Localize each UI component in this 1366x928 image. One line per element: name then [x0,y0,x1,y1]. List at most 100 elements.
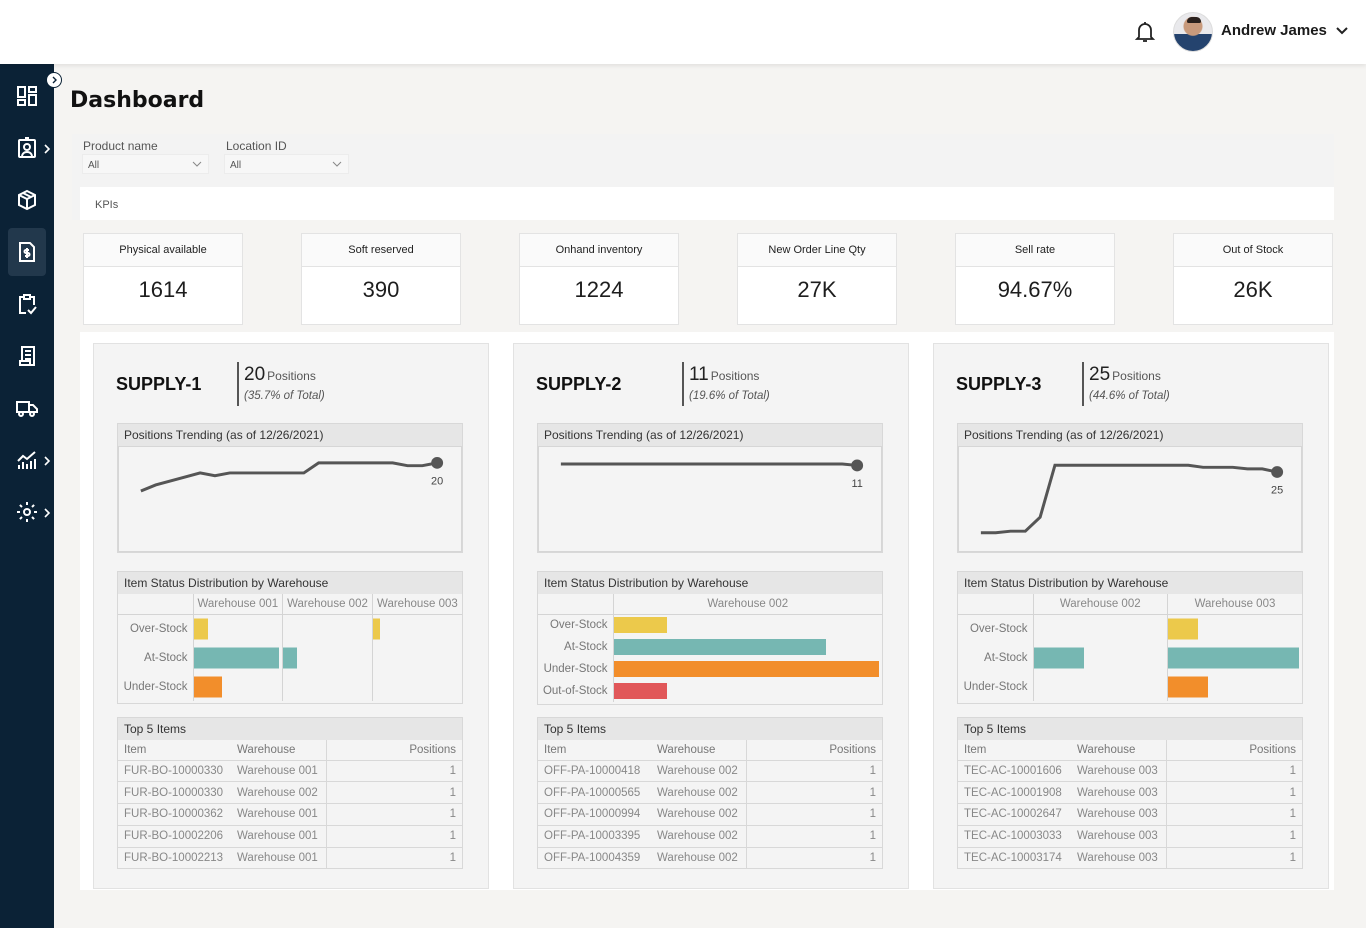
sidebar-item-users[interactable] [8,124,46,172]
column-header-warehouse[interactable]: Warehouse [231,740,326,761]
analytics-icon [17,451,36,469]
item-status-distribution-widget: Item Status Distribution by Warehouse Wa… [117,571,463,704]
column-header-warehouse[interactable]: Warehouse [651,740,746,761]
table-row[interactable]: OFF-PA-10000994 Warehouse 002 1 [538,803,882,826]
bar-over-stock-warehouse-001[interactable] [193,618,208,640]
kpi-section-header: KPIs [80,187,1334,220]
bar-out-of-stock-warehouse-002[interactable] [613,683,667,699]
user-name[interactable]: Andrew James [1221,22,1327,39]
column-header-positions[interactable]: Positions [325,740,462,761]
sidebar-collapse-toggle[interactable] [46,72,62,88]
table-row[interactable]: FUR-BO-10002213 Warehouse 001 1 [118,847,462,870]
sidebar-item-tasks[interactable] [8,280,46,328]
warehouse-name: Warehouse 001 [231,803,326,826]
warehouse-name: Warehouse 003 [1071,847,1166,870]
item-id: TEC-AC-10001908 [958,781,1071,805]
column-header-positions[interactable]: Positions [745,740,882,761]
status-label: Over-Stock [969,622,1028,635]
bar-over-stock-warehouse-003[interactable] [372,618,380,640]
table-row[interactable]: FUR-BO-10000330 Warehouse 001 1 [118,760,462,783]
sidebar-item-products[interactable] [8,176,46,224]
positions-value: 1 [745,803,882,826]
trend-chart-area[interactable]: 11 [538,446,882,552]
table-row[interactable]: FUR-BO-10000362 Warehouse 001 1 [118,803,462,826]
column-header-item[interactable]: Item [538,740,651,761]
status-label: Out-of-Stock [542,685,608,697]
bar-cell [192,614,283,643]
table-row[interactable]: TEC-AC-10003174 Warehouse 003 1 [958,847,1302,870]
bar-at-stock-warehouse-003[interactable] [1168,647,1299,668]
positions-label: Positions [1112,369,1161,383]
kpi-card-onhand-inventory: Onhand inventory 1224 [519,233,679,325]
bar-cell [1032,614,1168,643]
user-avatar[interactable] [1173,12,1213,52]
bar-over-stock-warehouse-003[interactable] [1168,618,1199,640]
kpi-card-sell-rate: Sell rate 94.67% [955,233,1115,325]
table-row[interactable]: TEC-AC-10002647 Warehouse 003 1 [958,803,1302,826]
column-header-warehouse[interactable]: Warehouse [1071,740,1166,761]
bar-cell [371,614,462,643]
sidebar-item-receipts[interactable] [8,332,46,380]
chevron-right-icon[interactable] [43,456,51,466]
bar-at-stock-warehouse-002[interactable] [283,647,298,668]
trend-line-chart: 25 [980,463,1284,535]
trend-end-label: 20 [431,476,443,488]
sidebar-item-invoices[interactable] [8,228,46,276]
chevron-right-icon[interactable] [43,144,51,154]
bar-at-stock-warehouse-002[interactable] [613,639,826,655]
column-header-item[interactable]: Item [958,740,1071,761]
table-row[interactable]: OFF-PA-10003395 Warehouse 002 1 [538,825,882,848]
bar-cell [1167,643,1302,672]
positions-value: 11 [689,364,709,385]
table-row[interactable]: TEC-AC-10003033 Warehouse 003 1 [958,825,1302,848]
location-id-filter[interactable]: All [224,154,349,174]
supply-panels: SUPPLY-1 20 Positions (35.7% of Total) Posi… [80,332,1334,890]
positions-trending-widget: Positions Trending (as of 12/26/2021) 20 [117,423,463,553]
warehouse-name: Warehouse 002 [651,760,746,783]
table-row[interactable]: OFF-PA-10004359 Warehouse 002 1 [538,847,882,870]
positions-count: 11 Positions [689,364,759,386]
bar-at-stock-warehouse-002[interactable] [1033,647,1084,668]
sidebar-item-settings[interactable] [8,488,46,536]
kpi-label: Out of Stock [1174,234,1332,267]
table-row[interactable]: TEC-AC-10001606 Warehouse 003 1 [958,760,1302,783]
bar-at-stock-warehouse-001[interactable] [193,647,280,668]
widget-title: Positions Trending (as of 12/26/2021) [958,424,1302,446]
trend-end-point[interactable] [431,456,444,469]
top-items-widget: Top 5 Items Item Warehouse Positions OFF… [537,717,883,870]
notification-bell-icon[interactable] [1134,20,1156,44]
table-row[interactable]: OFF-PA-10000565 Warehouse 002 1 [538,781,882,805]
table-row[interactable]: OFF-PA-10000418 Warehouse 002 1 [538,760,882,783]
trend-chart-area[interactable]: 25 [958,446,1302,552]
bar-cell [612,658,882,680]
column-header-item[interactable]: Item [118,740,231,761]
bar-under-stock-warehouse-001[interactable] [193,676,223,697]
warehouse-column-header: Warehouse 002 [282,594,373,615]
trend-chart-area[interactable]: 20 [118,446,462,552]
positions-label: Positions [710,369,760,383]
status-label: Under-Stock [123,680,188,693]
status-label: Over-Stock [129,622,188,635]
trend-end-point[interactable] [851,459,864,472]
positions-value: 1 [745,847,882,870]
chevron-down-icon[interactable] [1335,24,1349,38]
bar-under-stock-warehouse-003[interactable] [1168,676,1209,697]
bar-under-stock-warehouse-002[interactable] [613,661,879,677]
table-row[interactable]: FUR-BO-10002206 Warehouse 001 1 [118,825,462,848]
table-row[interactable]: TEC-AC-10001908 Warehouse 003 1 [958,781,1302,805]
column-header-positions[interactable]: Positions [1165,740,1302,761]
chevron-right-icon[interactable] [43,508,51,518]
sidebar-item-analytics[interactable] [8,436,46,484]
table-row[interactable]: FUR-BO-10000330 Warehouse 002 1 [118,781,462,805]
sidebar-item-shipping[interactable] [8,384,46,432]
product-name-filter[interactable]: All [82,154,209,174]
kpi-section-label: KPIs [95,199,119,211]
kpi-card-soft-reserved: Soft reserved 390 [301,233,461,325]
kpi-value: 27K [797,277,837,302]
sidebar-item-dashboard[interactable] [8,72,46,120]
widget-title: Top 5 Items [118,718,462,740]
trend-end-point[interactable] [1271,466,1284,478]
bar-over-stock-warehouse-002[interactable] [613,617,667,634]
bar-cell [282,672,373,701]
kpi-label: Sell rate [956,234,1114,267]
